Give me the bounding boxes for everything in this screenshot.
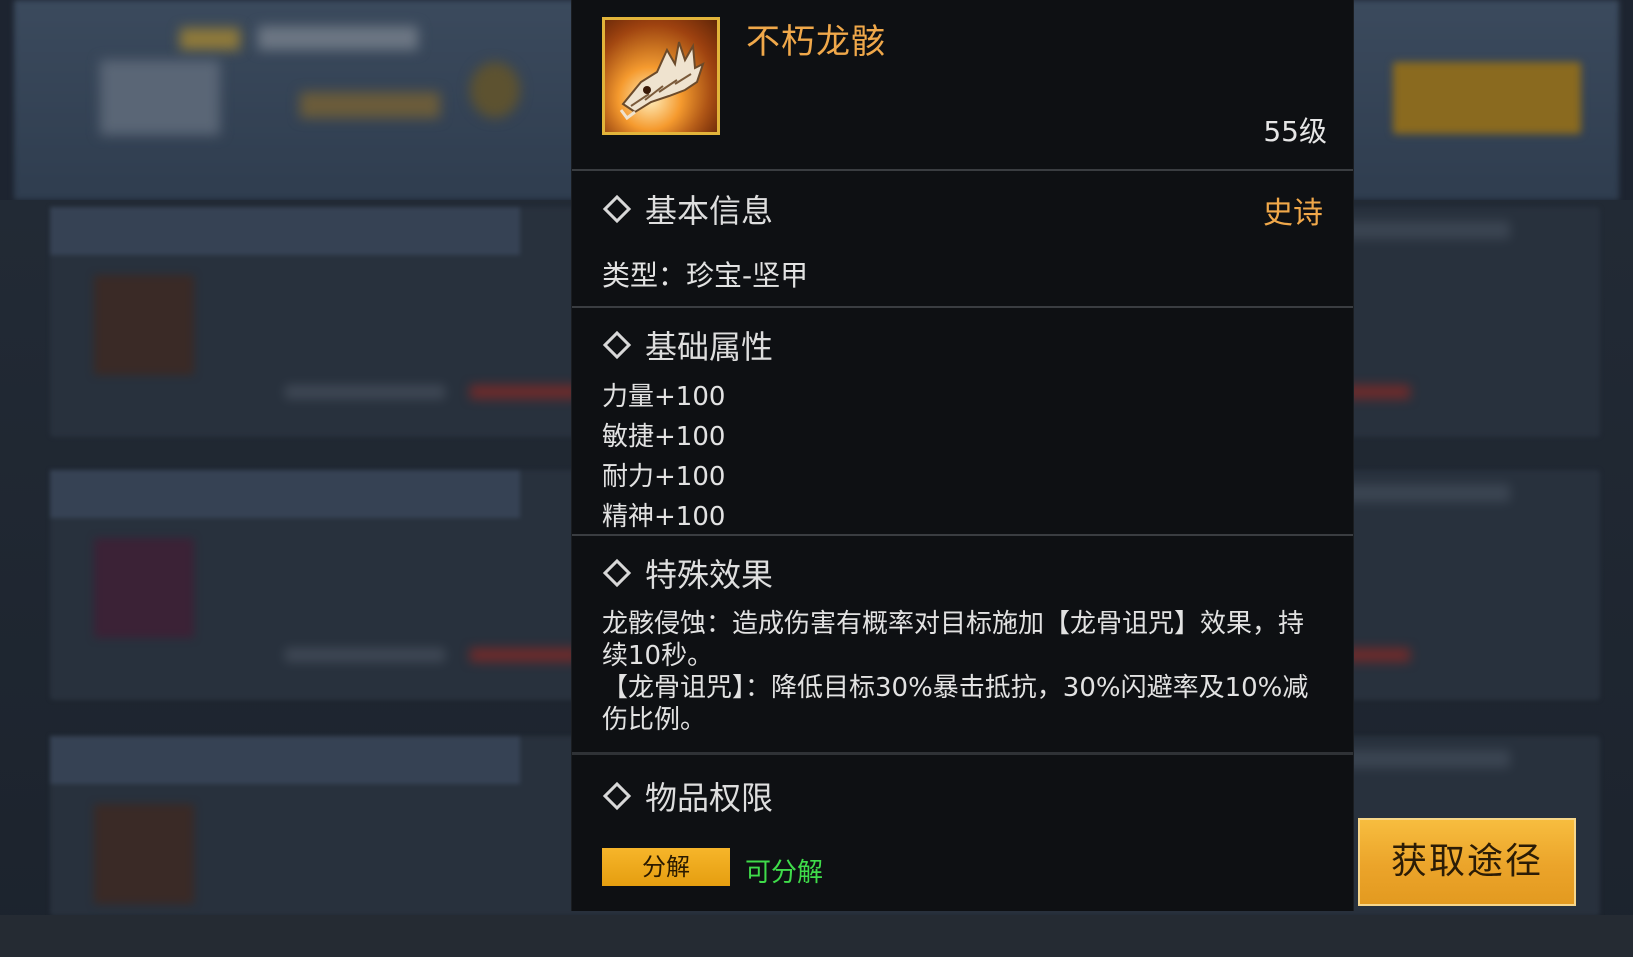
divider xyxy=(572,169,1353,171)
divider xyxy=(572,534,1353,536)
background-stars xyxy=(180,28,240,50)
background-footer xyxy=(0,915,1633,957)
dragon-skull-icon xyxy=(602,17,720,135)
rarity-label: 史诗 xyxy=(1263,196,1323,231)
effect-line: 【龙骨诅咒】：降低目标30%暴击抵抗，30%闪避率及10%减伤比例。 xyxy=(602,673,1309,735)
diamond-icon xyxy=(602,781,632,811)
divider xyxy=(572,752,1353,755)
item-type: 类型：珍宝-坚甲 xyxy=(602,259,809,292)
decompose-button[interactable]: 分解 xyxy=(602,848,730,886)
section-base-attributes-title: 基础属性 xyxy=(602,322,773,368)
section-basic-info-title: 基本信息 xyxy=(602,186,773,232)
background-player-name xyxy=(258,26,418,50)
stat-spirit: 精神+100 xyxy=(602,502,726,532)
section-title-label: 基本信息 xyxy=(645,192,774,230)
section-permissions-title: 物品权限 xyxy=(602,773,773,819)
background-button xyxy=(1393,62,1581,134)
divider xyxy=(572,306,1353,308)
diamond-icon xyxy=(602,194,632,224)
special-effect-text: 龙骸侵蚀：造成伤害有概率对目标施加【龙骨诅咒】效果，持续10秒。 【龙骨诅咒】：… xyxy=(602,608,1322,736)
item-name: 不朽龙骸 xyxy=(746,22,886,62)
stat-stamina: 耐力+100 xyxy=(602,462,726,492)
stat-strength: 力量+100 xyxy=(602,382,726,412)
section-special-effect-title: 特殊效果 xyxy=(602,550,773,596)
section-title-label: 基础属性 xyxy=(645,328,774,366)
background-emblem-icon xyxy=(470,62,520,118)
item-header: 不朽龙骸 55级 xyxy=(572,0,1353,171)
diamond-icon xyxy=(602,558,632,588)
effect-line: 龙骸侵蚀：造成伤害有概率对目标施加【龙骨诅咒】效果，持续10秒。 xyxy=(602,609,1305,671)
acquire-source-button[interactable]: 获取途径 xyxy=(1358,818,1576,906)
background-avatar xyxy=(100,60,220,135)
stat-agility: 敏捷+100 xyxy=(602,422,726,452)
item-tooltip-panel: 不朽龙骸 55级 基本信息 史诗 类型：珍宝-坚甲 基础属性 力量+100 敏捷… xyxy=(571,0,1354,911)
decompose-status: 可分解 xyxy=(745,858,824,888)
diamond-icon xyxy=(602,330,632,360)
item-level: 55级 xyxy=(1263,115,1327,148)
background-rank xyxy=(300,92,440,118)
section-title-label: 特殊效果 xyxy=(645,556,774,594)
section-title-label: 物品权限 xyxy=(645,779,774,817)
